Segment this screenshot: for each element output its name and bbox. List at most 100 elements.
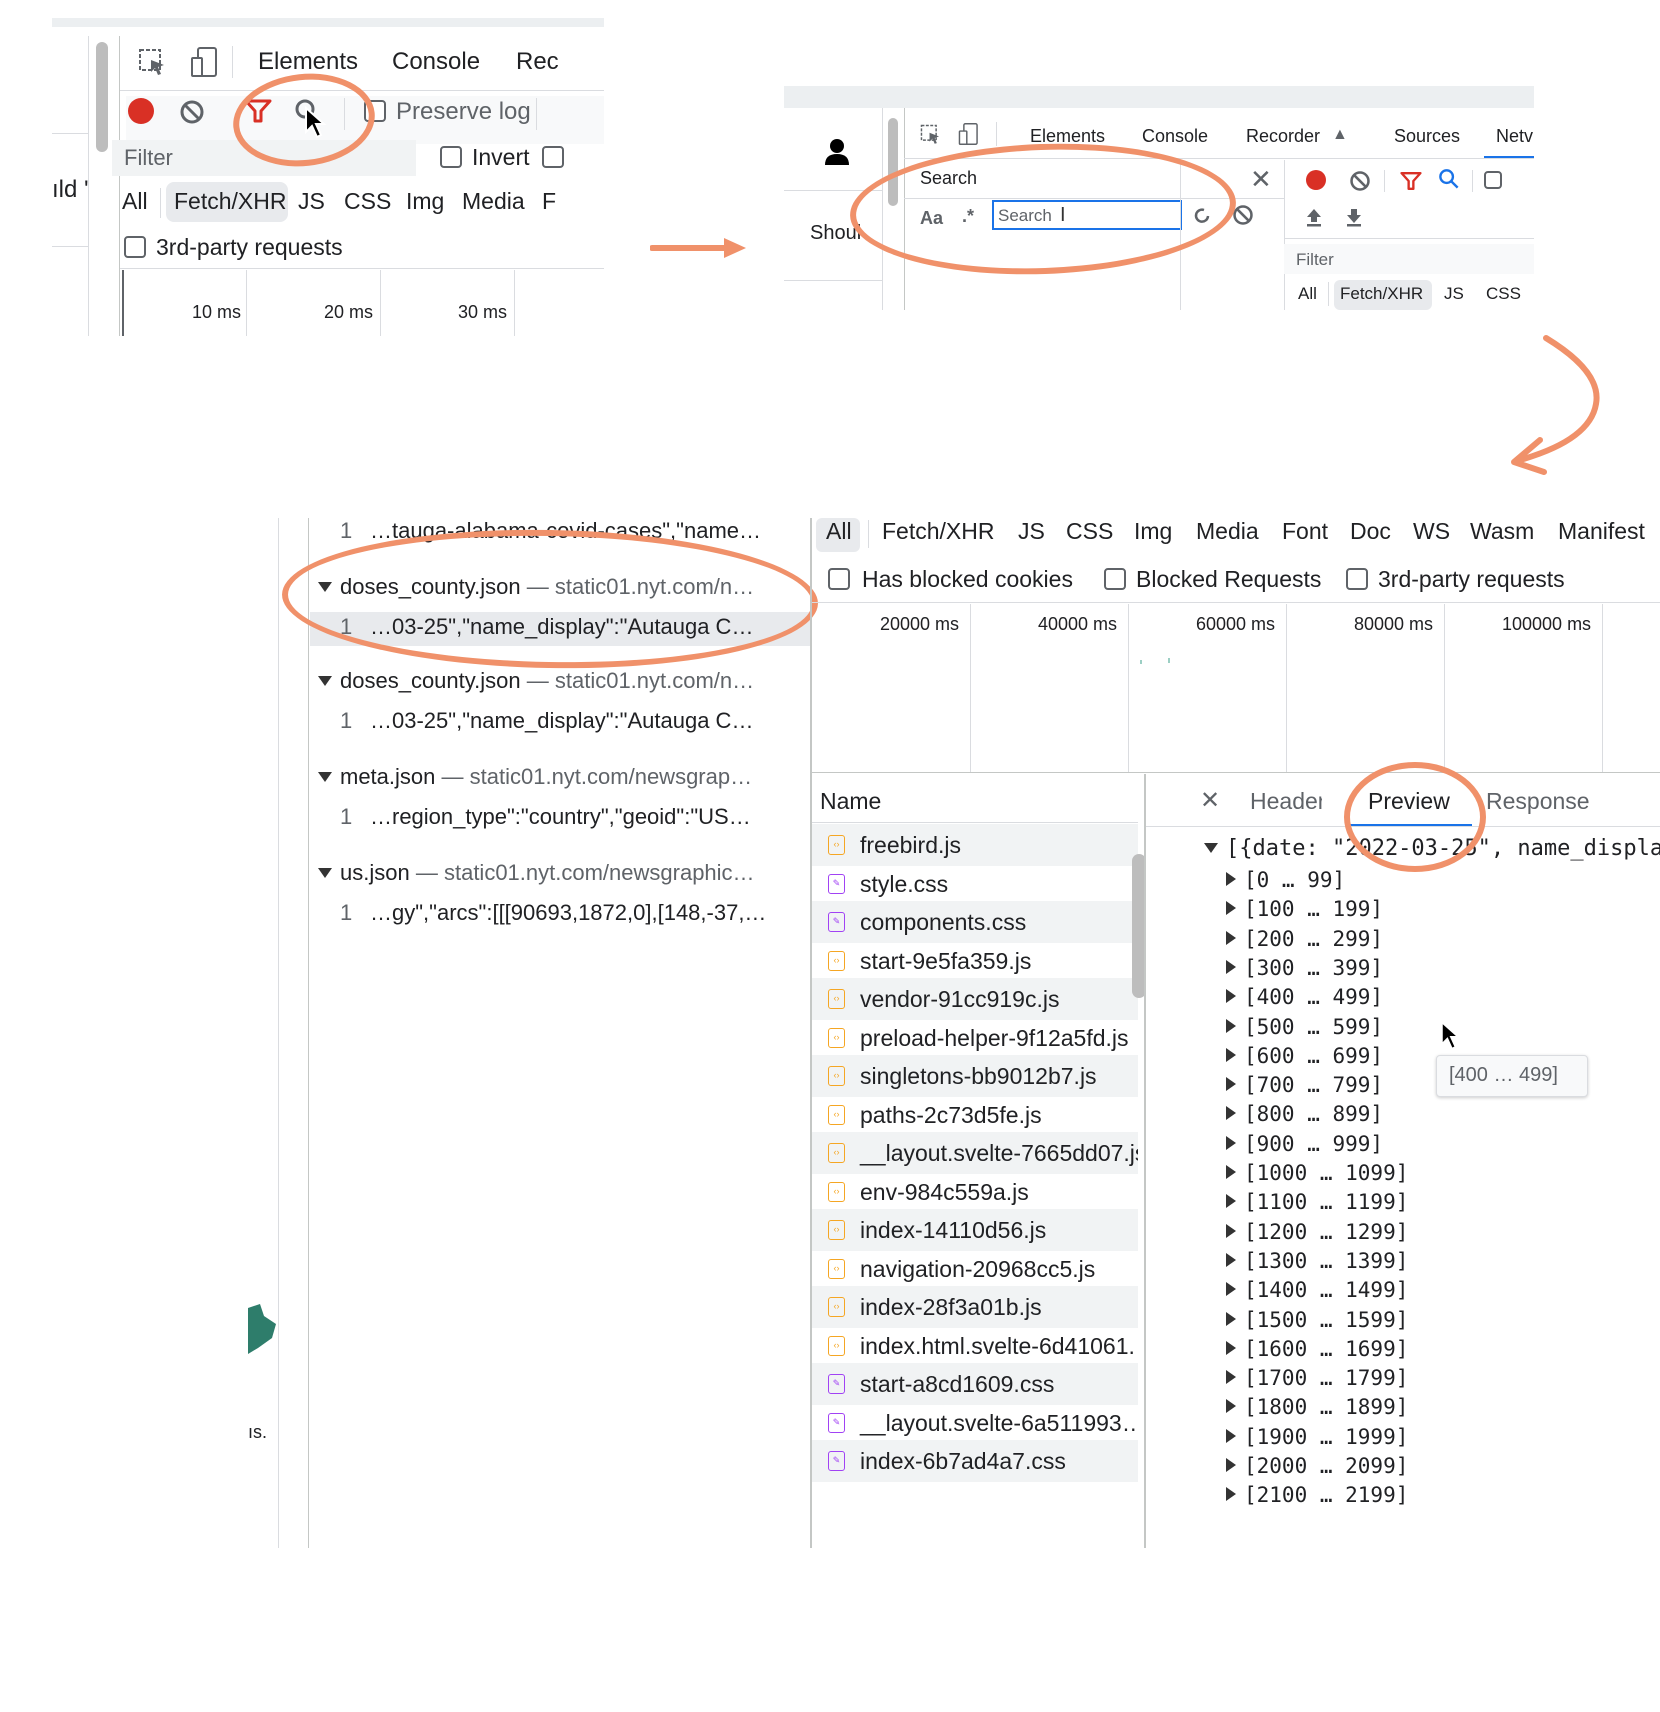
request-row[interactable]: ‹› singletons-bb9012b7.js <box>812 1055 1138 1097</box>
tree-range-row[interactable]: [1400 … 1499] <box>1226 1278 1408 1302</box>
request-row[interactable]: ✎ style.css <box>812 863 1138 905</box>
close-icon[interactable]: ✕ <box>1250 164 1272 195</box>
tree-range-row[interactable]: [700 … 799] <box>1226 1073 1383 1097</box>
tree-range-row[interactable]: [1300 … 1399] <box>1226 1249 1408 1273</box>
request-row[interactable]: ✎ components.css <box>812 901 1138 943</box>
type-all[interactable]: All <box>1298 284 1317 304</box>
has-blocked-cookies-checkbox[interactable] <box>828 568 850 590</box>
request-row[interactable]: ‹› paths-2c73d5fe.js <box>812 1094 1138 1136</box>
type-font[interactable]: Font <box>1282 518 1328 545</box>
type-manifest[interactable]: Manifest <box>1558 518 1645 545</box>
tab-console[interactable]: Console <box>392 48 480 76</box>
request-row[interactable]: ‹› __layout.svelte-7665dd07.js <box>812 1132 1138 1174</box>
request-row[interactable]: ✎ start-a8cd1609.css <box>812 1363 1138 1405</box>
blocked-requests-checkbox[interactable] <box>1104 568 1126 590</box>
search-icon[interactable] <box>1438 168 1460 195</box>
third-party-checkbox[interactable] <box>124 236 146 258</box>
tab-headers[interactable]: Headers <box>1250 788 1322 815</box>
tree-range-row[interactable]: [900 … 999] <box>1226 1132 1383 1156</box>
upload-icon[interactable] <box>1304 206 1324 233</box>
invert-checkbox[interactable] <box>440 146 462 168</box>
type-js[interactable]: JS <box>1444 284 1464 304</box>
tab-console[interactable]: Console <box>1142 126 1208 147</box>
record-icon[interactable] <box>128 98 154 124</box>
tree-range-row[interactable]: [1800 … 1899] <box>1226 1395 1408 1419</box>
type-img[interactable]: Img <box>406 188 444 215</box>
tab-sources[interactable]: Sources <box>1394 126 1460 147</box>
type-css[interactable]: CSS <box>1486 284 1521 304</box>
tree-range-row[interactable]: [800 … 899] <box>1226 1102 1383 1126</box>
tree-range-row[interactable]: [1100 … 1199] <box>1226 1190 1408 1214</box>
tree-range-row[interactable]: [1700 … 1799] <box>1226 1366 1408 1390</box>
type-fetch-xhr[interactable]: Fetch/XHR <box>882 518 994 545</box>
type-all[interactable]: All <box>826 518 852 545</box>
tree-range-row[interactable]: [400 … 499] <box>1226 985 1383 1009</box>
type-media[interactable]: Media <box>462 188 525 215</box>
request-row[interactable]: ✎ __layout.svelte-6a511993… <box>812 1402 1138 1444</box>
request-row[interactable]: ‹› index-28f3a01b.js <box>812 1286 1138 1328</box>
result-snippet[interactable]: …region_type":"country","geoid":"US… <box>370 804 800 830</box>
result-file-header[interactable]: doses_county.json — static01.nyt.com/n… <box>318 668 754 694</box>
request-row[interactable]: ✎ index-6b7ad4a7.css <box>812 1440 1138 1482</box>
device-toolbar-icon[interactable] <box>190 46 220 83</box>
tree-range-row[interactable]: [0 … 99] <box>1226 868 1345 892</box>
tree-range-row[interactable]: [200 … 299] <box>1226 927 1383 951</box>
type-ws[interactable]: WS <box>1413 518 1450 545</box>
tree-range-row[interactable]: [2100 … 2199] <box>1226 1483 1408 1507</box>
result-file-header[interactable]: us.json — static01.nyt.com/newsgraphic… <box>318 860 755 886</box>
tree-range-row[interactable]: [2000 … 2099] <box>1226 1454 1408 1478</box>
type-css[interactable]: CSS <box>1066 518 1113 545</box>
name-column-header[interactable]: Name <box>820 788 881 815</box>
type-wasm[interactable]: Wasm <box>1470 518 1534 545</box>
request-row[interactable]: ‹› vendor-91cc919c.js <box>812 978 1138 1020</box>
tree-range-row[interactable]: [300 … 399] <box>1226 956 1383 980</box>
tree-range-row[interactable]: [500 … 599] <box>1226 1015 1383 1039</box>
inspect-element-icon[interactable] <box>920 124 942 151</box>
clear-log-icon[interactable] <box>1349 170 1371 197</box>
tree-range-row[interactable]: [1500 … 1599] <box>1226 1308 1408 1332</box>
type-doc[interactable]: Doc <box>1350 518 1391 545</box>
tree-range-row[interactable]: [1000 … 1099] <box>1226 1161 1408 1185</box>
tab-elements[interactable]: Elements <box>258 48 358 76</box>
request-row[interactable]: ‹› index-14110d56.js <box>812 1209 1138 1251</box>
tree-range-row[interactable]: [1200 … 1299] <box>1226 1220 1408 1244</box>
request-row[interactable]: ‹› env-984c559a.js <box>812 1171 1138 1213</box>
tab-recorder[interactable]: Rec <box>516 48 559 76</box>
result-snippet[interactable]: …03-25","name_display":"Autauga C… <box>370 708 800 734</box>
device-toolbar-icon[interactable] <box>958 122 980 151</box>
type-js[interactable]: JS <box>1018 518 1045 545</box>
tree-range-row[interactable]: [1900 … 1999] <box>1226 1425 1408 1449</box>
filter-input[interactable]: Filter <box>1284 244 1534 274</box>
tree-range-row[interactable]: [1600 … 1699] <box>1226 1337 1408 1361</box>
type-js[interactable]: JS <box>298 188 325 215</box>
type-all[interactable]: All <box>122 188 148 215</box>
tab-recorder[interactable]: Recorder <box>1246 126 1320 147</box>
type-font[interactable]: F <box>542 188 556 215</box>
inspect-element-icon[interactable] <box>138 48 168 83</box>
type-fetch-xhr[interactable]: Fetch/XHR <box>1340 284 1423 304</box>
type-media[interactable]: Media <box>1196 518 1259 545</box>
request-row[interactable]: ‹› preload-helper-9f12a5fd.js <box>812 1017 1138 1059</box>
tab-response[interactable]: Response <box>1486 788 1590 815</box>
record-icon[interactable] <box>1306 170 1326 190</box>
request-row[interactable]: ‹› start-9e5fa359.js <box>812 940 1138 982</box>
filter-icon[interactable] <box>1400 170 1422 197</box>
checkbox[interactable] <box>542 146 564 168</box>
request-row[interactable]: ‹› index.html.svelte-6d41061. <box>812 1325 1138 1367</box>
clear-icon[interactable] <box>179 99 205 130</box>
result-snippet[interactable]: …gy","arcs":[[[90693,1872,0],[148,-37,… <box>370 900 800 926</box>
type-fetch-xhr[interactable]: Fetch/XHR <box>174 188 286 215</box>
preserve-log-checkbox[interactable] <box>1484 171 1502 189</box>
request-row[interactable]: ‹› freebird.js <box>812 824 1138 866</box>
third-party-checkbox[interactable] <box>1346 568 1368 590</box>
close-icon[interactable]: ✕ <box>1200 786 1220 815</box>
tab-network[interactable]: Netv <box>1496 126 1533 147</box>
type-css[interactable]: CSS <box>344 188 391 215</box>
request-row[interactable]: ‹› navigation-20968cc5.js <box>812 1248 1138 1290</box>
download-icon[interactable] <box>1344 206 1364 233</box>
scrollbar[interactable] <box>96 42 108 152</box>
tree-range-row[interactable]: [600 … 699] <box>1226 1044 1383 1068</box>
tree-range-row[interactable]: [100 … 199] <box>1226 897 1383 921</box>
type-img[interactable]: Img <box>1134 518 1172 545</box>
result-file-header[interactable]: meta.json — static01.nyt.com/newsgrap… <box>318 764 752 790</box>
